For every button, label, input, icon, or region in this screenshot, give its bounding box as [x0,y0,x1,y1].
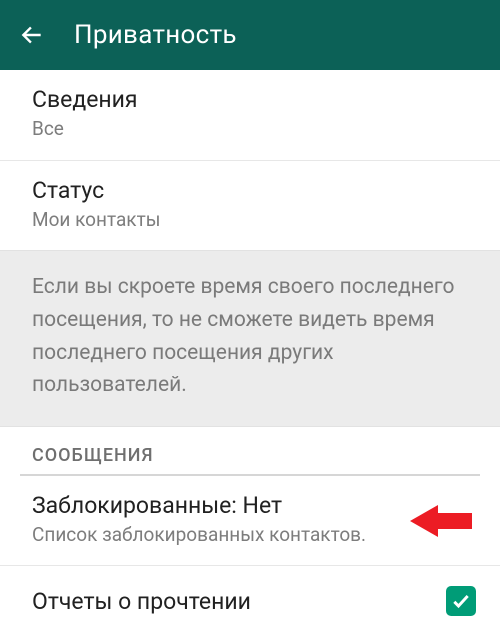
setting-status[interactable]: Статус Мои контакты [0,161,500,251]
setting-status-value: Мои контакты [32,208,468,233]
setting-about-title: Сведения [32,84,468,115]
setting-blocked-title: Заблокированные: Нет [32,490,468,521]
section-header-messages: СООБЩЕНИЯ [0,427,500,474]
annotation-arrow [410,501,472,541]
setting-status-title: Статус [32,175,468,206]
read-receipts-checkbox[interactable] [446,586,476,616]
setting-about[interactable]: Сведения Все [0,70,500,160]
setting-read-receipts[interactable]: Отчеты о прочтении [0,566,500,616]
setting-blocked-subtitle: Список заблокированных контактов. [32,523,468,548]
arrow-left-red-icon [410,501,472,541]
appbar: Приватность [0,0,500,70]
content: Сведения Все Статус Мои контакты Если вы… [0,70,500,616]
setting-about-value: Все [32,117,468,142]
back-button[interactable] [18,21,46,49]
info-note: Если вы скроете время своего последнего … [0,250,500,426]
page-title: Приватность [74,20,237,50]
setting-blocked[interactable]: Заблокированные: Нет Список заблокирован… [0,476,500,566]
check-icon [451,591,471,611]
setting-read-receipts-title: Отчеты о прочтении [32,588,446,615]
arrow-left-icon [19,22,45,48]
